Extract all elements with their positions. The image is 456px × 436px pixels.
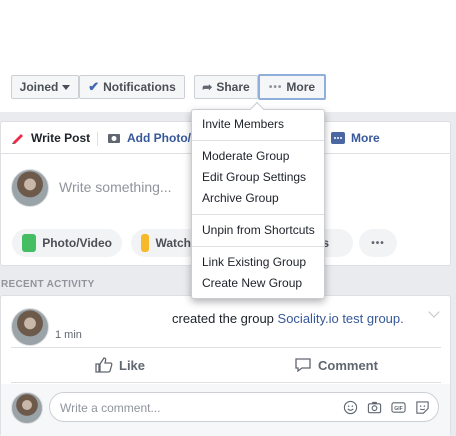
avatar[interactable] xyxy=(11,308,49,346)
activity-post: 1 min created the group Sociality.io tes… xyxy=(0,295,451,436)
menu-item-invite-members[interactable]: Invite Members xyxy=(192,114,324,135)
notifications-button[interactable]: ✔ Notifications xyxy=(79,75,185,99)
menu-item-archive-group[interactable]: Archive Group xyxy=(192,188,324,209)
comment-placeholder: Write a comment... xyxy=(60,401,161,415)
tab-divider xyxy=(97,132,98,146)
comment-row: Write a comment... GIF xyxy=(1,384,450,436)
avatar xyxy=(11,169,49,207)
menu-divider xyxy=(192,140,324,141)
recent-activity-heading: RECENT ACTIVITY xyxy=(1,279,95,290)
post-timestamp[interactable]: 1 min xyxy=(55,329,82,341)
watch-label: Watch xyxy=(155,236,191,250)
chevron-down-icon xyxy=(62,84,71,90)
tab-write-post[interactable]: Write Post xyxy=(11,131,90,145)
share-button[interactable]: ➦ Share xyxy=(194,75,258,99)
svg-text:GIF: GIF xyxy=(394,406,403,412)
menu-item-edit-group-settings[interactable]: Edit Group Settings xyxy=(192,167,324,188)
pencil-icon xyxy=(12,134,23,144)
thumbs-up-icon xyxy=(95,357,113,373)
tab-add-photo[interactable]: Add Photo/V xyxy=(107,131,199,145)
comment-bubble-icon xyxy=(295,358,311,373)
avatar xyxy=(11,392,43,424)
menu-item-moderate-group[interactable]: Moderate Group xyxy=(192,146,324,167)
group-name-link[interactable]: Sociality.io test group. xyxy=(278,311,404,326)
emoji-icon[interactable] xyxy=(343,400,358,415)
like-button[interactable]: Like xyxy=(95,357,145,373)
ellipsis-box-icon xyxy=(331,132,345,144)
camera-icon xyxy=(108,134,120,143)
share-arrow-icon: ➦ xyxy=(202,80,213,94)
menu-divider xyxy=(192,246,324,247)
gif-icon[interactable]: GIF xyxy=(391,400,406,415)
post-action-text: created the group xyxy=(172,311,278,326)
ellipsis-icon: ••• xyxy=(371,237,385,249)
share-label: Share xyxy=(216,80,250,94)
ellipsis-icon: ••• xyxy=(268,81,283,93)
photo-icon xyxy=(22,234,37,252)
notifications-label: Notifications xyxy=(103,80,176,94)
menu-item-unpin-shortcuts[interactable]: Unpin from Shortcuts xyxy=(192,220,324,241)
photo-video-button[interactable]: Photo/Video xyxy=(12,229,122,257)
chevron-down-icon[interactable] xyxy=(428,306,440,318)
tab-more-label: More xyxy=(351,131,380,145)
more-options-button[interactable]: ••• xyxy=(359,229,397,257)
more-button[interactable]: ••• More xyxy=(258,74,326,100)
joined-label: Joined xyxy=(19,80,59,94)
tab-more[interactable]: More xyxy=(331,131,380,145)
comment-button[interactable]: Comment xyxy=(294,357,378,373)
menu-divider xyxy=(192,214,324,215)
check-icon: ✔ xyxy=(88,79,100,94)
post-actions: Like Comment xyxy=(11,347,441,383)
menu-item-create-new-group[interactable]: Create New Group xyxy=(192,273,324,294)
comment-input[interactable]: Write a comment... GIF xyxy=(49,392,439,422)
popcorn-icon xyxy=(141,234,150,252)
more-dropdown-menu: Invite Members Moderate Group Edit Group… xyxy=(191,101,325,299)
sticker-icon[interactable] xyxy=(415,400,430,415)
menu-item-link-existing-group[interactable]: Link Existing Group xyxy=(192,252,324,273)
like-label: Like xyxy=(119,357,146,373)
more-label: More xyxy=(286,80,316,94)
tab-add-photo-label: Add Photo/V xyxy=(127,131,199,145)
joined-button[interactable]: Joined xyxy=(11,75,79,99)
camera-icon[interactable] xyxy=(367,400,382,415)
post-text: created the group Sociality.io test grou… xyxy=(172,311,404,326)
comment-tools: GIF xyxy=(343,400,430,415)
tab-write-post-label: Write Post xyxy=(31,131,91,145)
composer-input[interactable]: Write something... xyxy=(59,179,172,195)
comment-label: Comment xyxy=(318,357,378,373)
photo-video-label: Photo/Video xyxy=(42,236,112,250)
